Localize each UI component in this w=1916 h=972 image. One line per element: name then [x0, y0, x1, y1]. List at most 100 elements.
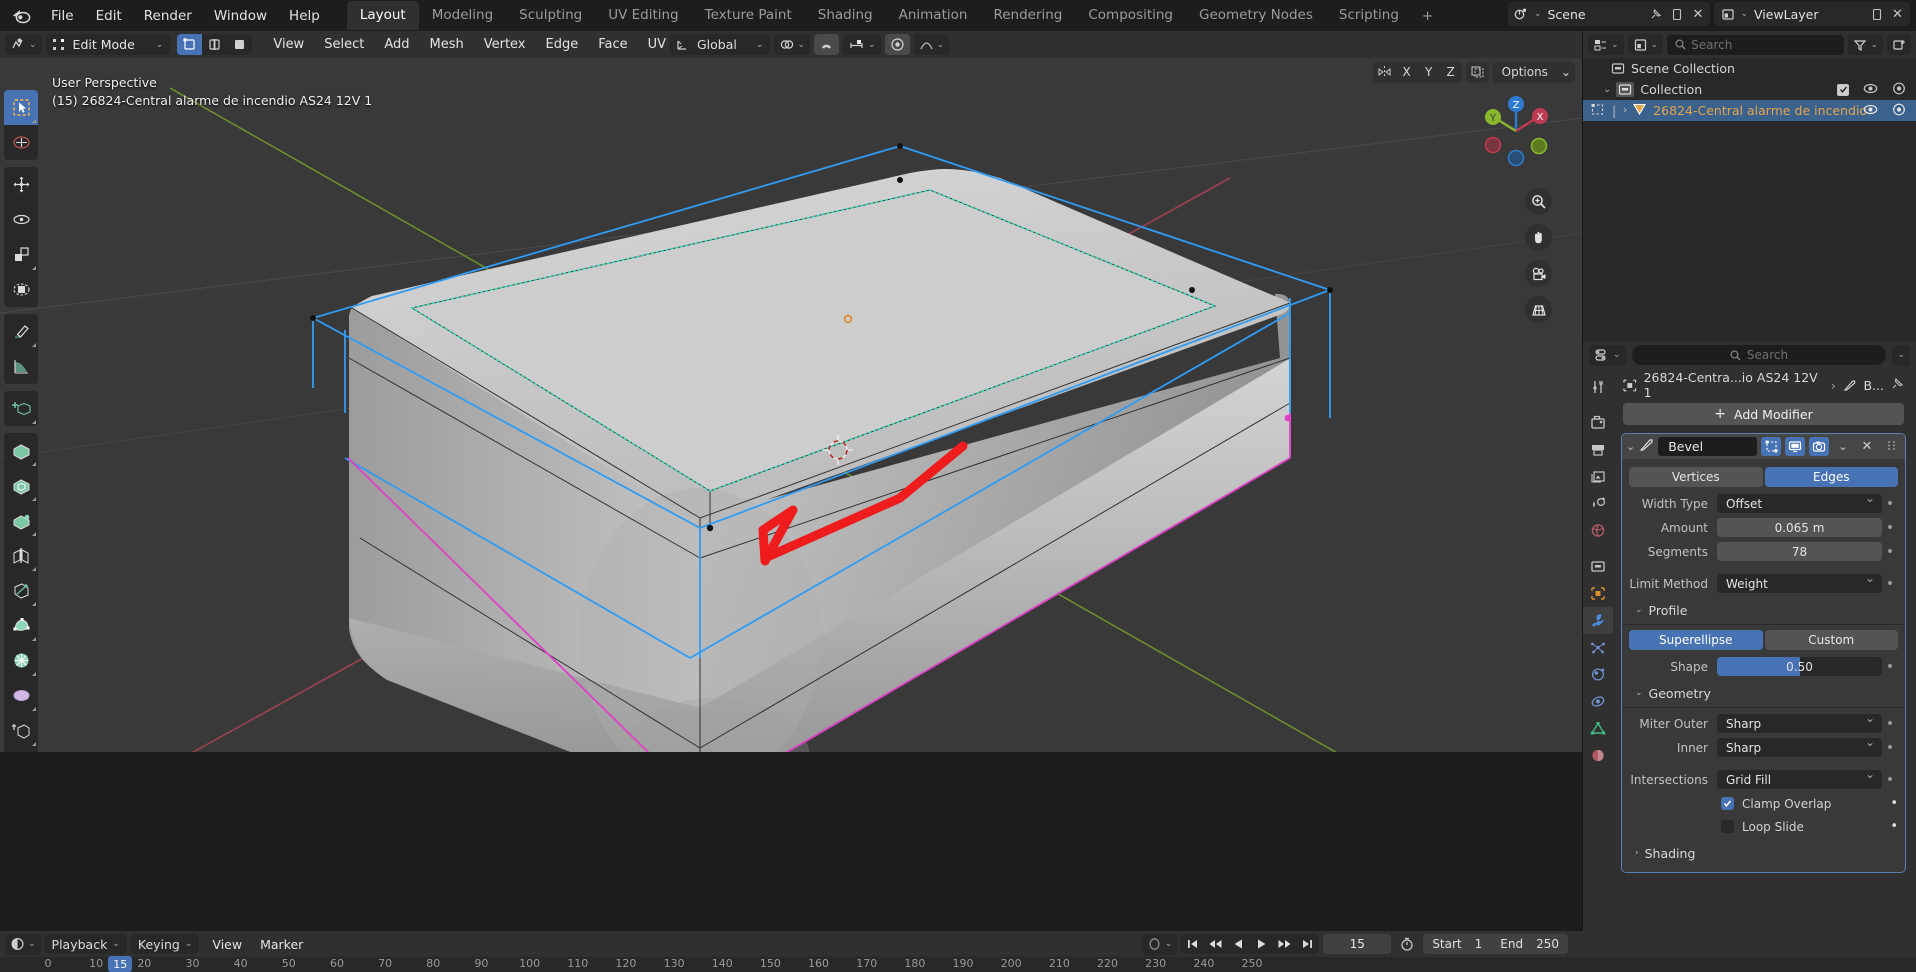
edge-select-mode-button[interactable]	[202, 34, 228, 55]
extras-dropdown-icon[interactable]: ⌄	[1833, 437, 1853, 456]
view-layer-selector[interactable]: ⌄ ViewLayer ✕	[1714, 2, 1910, 26]
properties-tab-constraints[interactable]	[1583, 688, 1613, 715]
properties-tab-world[interactable]	[1583, 517, 1613, 544]
animate-property-icon[interactable]: •	[1882, 577, 1898, 591]
pin-id-icon[interactable]	[1891, 377, 1908, 393]
new-scene-icon[interactable]	[1666, 3, 1687, 25]
outliner-new-collection-button[interactable]	[1887, 34, 1911, 55]
properties-tab-scene[interactable]	[1583, 490, 1613, 517]
workspace-tab-layout[interactable]: Layout	[346, 1, 419, 30]
properties-tab-tool[interactable]	[1583, 373, 1613, 400]
3d-viewport[interactable]: User Perspective (15) 26824-Central alar…	[0, 58, 1583, 752]
properties-tab-object[interactable]	[1583, 580, 1613, 607]
breadcrumb-object[interactable]: 26824-Centra...io AS24 12V 1	[1644, 370, 1824, 400]
collection-checkbox[interactable]	[1837, 83, 1849, 96]
workspace-tab-scripting[interactable]: Scripting	[1326, 1, 1412, 30]
viewport-menu-face[interactable]: Face	[588, 34, 637, 55]
animate-property-icon[interactable]: •	[1882, 741, 1898, 755]
tool-inset-faces[interactable]	[4, 468, 38, 503]
properties-tab-modifier[interactable]	[1583, 607, 1613, 634]
disable-in-renders-icon[interactable]	[1892, 82, 1906, 98]
miter-outer-dropdown[interactable]: Sharp	[1717, 711, 1882, 733]
use-preview-range-icon[interactable]	[1395, 934, 1419, 955]
outliner-display-mode-selector[interactable]: ⌄	[1627, 34, 1664, 55]
tool-knife[interactable]	[4, 573, 38, 608]
vertex-select-mode-button[interactable]	[177, 34, 203, 55]
outliner-row-object[interactable]: | › 26824-Central alarme de incendio	[1583, 100, 1916, 121]
expand-collection-icon[interactable]: ⌄	[1603, 84, 1611, 95]
pivot-point-selector[interactable]: ⌄	[774, 34, 810, 55]
breadcrumb-modifier[interactable]: B...	[1863, 378, 1884, 393]
timeline-ruler[interactable]: 0 10 20 30 40 50 60 70 80 90 100 110 120 130 140 150 160…	[0, 956, 1916, 972]
new-view-layer-icon[interactable]	[1866, 3, 1887, 25]
tool-extrude-region[interactable]	[4, 433, 38, 468]
menu-render[interactable]: Render	[133, 4, 203, 28]
menu-help[interactable]: Help	[278, 4, 331, 28]
viewport-menu-edge[interactable]: Edge	[536, 34, 589, 55]
jump-to-next-keyframe-icon[interactable]	[1273, 934, 1296, 954]
keying-set-selector[interactable]: ⌄	[1141, 933, 1178, 955]
mode-selector[interactable]: Edit Mode ⌄	[45, 34, 171, 55]
viewport-menu-mesh[interactable]: Mesh	[419, 34, 473, 55]
outliner-row-collection[interactable]: ⌄ Collection	[1583, 79, 1916, 100]
clamp-overlap-checkbox[interactable]	[1721, 797, 1734, 810]
face-select-mode-button[interactable]	[227, 34, 253, 55]
properties-tab-material[interactable]	[1583, 742, 1613, 769]
proportional-editing-toggle[interactable]	[884, 34, 910, 55]
end-frame-field[interactable]: End 250	[1491, 934, 1568, 954]
timeline-menu-playback[interactable]: Playback ⌄	[44, 934, 127, 954]
editor-type-selector[interactable]: ⌄	[5, 34, 42, 55]
workspace-tab-compositing[interactable]: Compositing	[1075, 1, 1186, 30]
properties-tab-output[interactable]	[1583, 436, 1613, 463]
viewport-menu-select[interactable]: Select	[314, 34, 374, 55]
add-workspace-button[interactable]: +	[1412, 2, 1443, 30]
workspace-tab-animation[interactable]: Animation	[886, 1, 981, 30]
expand-object-icon[interactable]: ›	[1623, 105, 1627, 116]
properties-tab-object-data[interactable]	[1583, 715, 1613, 742]
workspace-tab-uv-editing[interactable]: UV Editing	[595, 1, 691, 30]
workspace-tab-geometry-nodes[interactable]: Geometry Nodes	[1186, 1, 1326, 30]
section-geometry-header[interactable]: ⌄ Geometry	[1629, 681, 1898, 705]
play-icon[interactable]	[1250, 934, 1273, 954]
viewport-menu-add[interactable]: Add	[374, 34, 419, 55]
collapse-modifier-icon[interactable]: ⌄	[1626, 440, 1635, 453]
tool-loop-cut[interactable]	[4, 538, 38, 573]
limit-method-dropdown[interactable]: Weight	[1717, 571, 1882, 593]
drag-handle-icon[interactable]	[1881, 437, 1901, 456]
workspace-tab-rendering[interactable]: Rendering	[980, 1, 1075, 30]
render-display-icon[interactable]	[1809, 437, 1829, 456]
outliner-row-scene-collection[interactable]: Scene Collection	[1583, 58, 1916, 79]
toggle-perspective-icon[interactable]	[1525, 296, 1552, 323]
section-shading-header[interactable]: › Shading	[1629, 841, 1898, 865]
workspace-tab-texture-paint[interactable]: Texture Paint	[692, 1, 805, 30]
tool-tweak-select-box[interactable]	[4, 90, 38, 125]
section-profile-header[interactable]: ⌄ Profile	[1629, 598, 1898, 622]
menu-edit[interactable]: Edit	[85, 4, 133, 28]
add-modifier-button[interactable]: + Add Modifier	[1623, 403, 1904, 425]
tool-move[interactable]	[4, 167, 38, 202]
tool-add-cube[interactable]	[4, 391, 38, 426]
hide-in-viewport-icon[interactable]	[1863, 82, 1878, 97]
properties-tab-physics[interactable]	[1583, 661, 1613, 688]
tool-scale[interactable]	[4, 237, 38, 272]
timeline-editor-type-selector[interactable]: ⌄	[5, 933, 41, 955]
animate-property-icon[interactable]: •	[1882, 545, 1898, 559]
animate-property-icon[interactable]: •	[1882, 497, 1898, 511]
intersections-dropdown[interactable]: Grid Fill	[1717, 767, 1882, 789]
tool-annotate[interactable]	[4, 314, 38, 349]
outliner-filter-button[interactable]: ⌄	[1848, 34, 1883, 55]
tool-spin[interactable]	[4, 643, 38, 678]
viewport-menu-vertex[interactable]: Vertex	[474, 34, 536, 55]
mirror-axis-z-toggle[interactable]: Z	[1440, 62, 1462, 83]
tool-poly-build[interactable]	[4, 608, 38, 643]
width-type-dropdown[interactable]: Offset	[1717, 491, 1882, 513]
snap-settings-selector[interactable]: ⌄	[842, 34, 881, 55]
miter-inner-dropdown[interactable]: Sharp	[1717, 735, 1882, 757]
shape-slider[interactable]: 0.50	[1717, 657, 1882, 676]
delete-scene-icon[interactable]: ✕	[1687, 3, 1708, 25]
segments-value-field[interactable]: 78	[1717, 542, 1882, 561]
tool-measure[interactable]	[4, 349, 38, 384]
timeline-menu-view[interactable]: View	[203, 934, 251, 955]
properties-search-input[interactable]: Search	[1631, 345, 1887, 365]
affect-vertices-button[interactable]: Vertices	[1629, 467, 1763, 487]
